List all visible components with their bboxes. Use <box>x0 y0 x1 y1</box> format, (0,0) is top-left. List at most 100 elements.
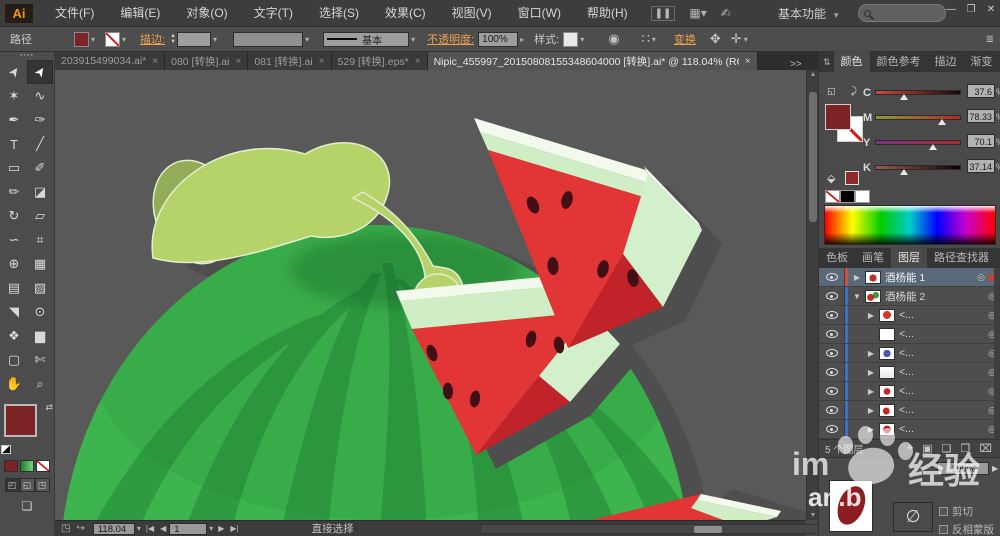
hscroll-thumb[interactable] <box>694 526 722 533</box>
layer-thumbnail[interactable] <box>865 289 881 303</box>
arrange-documents-icon[interactable]: ▦▾ <box>689 6 706 20</box>
style-swatch[interactable] <box>563 31 579 47</box>
make-clip-mask-icon[interactable]: ▣ <box>922 442 932 455</box>
artboard-canvas[interactable] <box>55 70 806 520</box>
fill-proxy[interactable] <box>4 404 37 437</box>
draw-inside-button[interactable]: ◳ <box>34 478 50 492</box>
free-transform-icon[interactable]: ✥ <box>710 31 721 47</box>
slider-value-C[interactable]: 37.6 <box>967 84 995 98</box>
slider-value-M[interactable]: 78.33 <box>967 109 995 123</box>
document-tab-4[interactable]: Nipic_455997_20150808155348604000 [转换].a… <box>427 52 758 70</box>
tab-swatches[interactable]: 色板 <box>819 246 855 268</box>
pen-variant-tool[interactable]: ✑ <box>27 108 53 132</box>
stroke-weight-label[interactable]: 描边: <box>140 31 165 47</box>
menu-item-2[interactable]: 对象(O) <box>173 0 240 27</box>
paintbrush-tool[interactable]: ✐ <box>27 156 53 180</box>
swap-colors-icon[interactable]: ⤸ <box>851 86 857 97</box>
layer-row-2[interactable]: ▶ <... ◎ <box>819 306 1000 325</box>
symbol-sprayer-tool[interactable]: ❖ <box>1 324 27 348</box>
chevron-down-icon[interactable]: ▾ <box>213 35 217 44</box>
layer-name[interactable]: <... <box>899 385 984 397</box>
chevron-down-icon[interactable]: ▾ <box>91 35 95 44</box>
disclosure-triangle-icon[interactable]: ▶ <box>865 387 877 396</box>
selection-tool[interactable]: ➤ <box>1 60 27 84</box>
perspective-grid-tool[interactable]: ▦ <box>27 252 53 276</box>
draw-behind-button[interactable]: ◱ <box>19 478 35 492</box>
visibility-toggle[interactable] <box>819 268 845 286</box>
close-icon[interactable]: × <box>319 56 325 67</box>
close-icon[interactable]: × <box>235 56 241 67</box>
chevron-down-icon[interactable]: ▾ <box>137 524 141 533</box>
panel-menu-icon[interactable]: ≣ <box>986 34 994 45</box>
zoom-tool[interactable]: ⌕ <box>27 372 53 396</box>
document-tab-3[interactable]: 529 [转换].eps* × <box>331 52 428 70</box>
invert-mask-checkbox[interactable]: 反相蒙版 <box>939 522 994 536</box>
layer-thumbnail[interactable] <box>879 365 895 379</box>
fill-color-swatch[interactable] <box>74 31 89 47</box>
search-input[interactable] <box>875 7 937 19</box>
locate-object-icon[interactable]: ⌖ <box>907 442 913 455</box>
swap-fill-stroke-icon[interactable]: ⇄ <box>45 402 53 413</box>
width-tool[interactable]: ∽ <box>1 228 27 252</box>
slider-track-K[interactable] <box>875 165 961 175</box>
disclosure-triangle-icon[interactable]: ▶ <box>865 349 877 358</box>
layer-thumbnail[interactable] <box>865 270 881 284</box>
panel-scrollbar[interactable] <box>994 344 1000 362</box>
stroke-stepper[interactable]: ▲ ▼ <box>170 33 176 45</box>
status-icon-2[interactable]: ↪ <box>76 523 84 534</box>
blend-tool[interactable]: ⊙ <box>27 300 53 324</box>
cs-live-icon[interactable]: ✍ <box>721 6 731 20</box>
chevron-right-icon[interactable]: ▶ <box>992 464 998 473</box>
opacity-label[interactable]: 不透明度: <box>427 31 474 47</box>
default-colors-icon[interactable]: ◱ <box>827 86 836 97</box>
slider-thumb-Y[interactable] <box>929 144 938 150</box>
disclosure-triangle-icon[interactable]: ▶ <box>865 406 877 415</box>
direct-selection-tool[interactable]: ➤ <box>27 60 53 84</box>
layer-name[interactable]: <... <box>899 328 984 340</box>
prev-artboard-button[interactable]: ◀ <box>160 524 166 533</box>
workspace-switcher[interactable]: 基本功能 ▾ <box>778 5 839 22</box>
width-profile-dropdown[interactable] <box>233 31 304 47</box>
search-box[interactable] <box>858 4 946 22</box>
layer-thumbnail[interactable] <box>879 422 895 436</box>
slider-thumb-C[interactable] <box>899 94 908 100</box>
tab-overflow-button[interactable]: >> <box>790 54 802 72</box>
layer-thumbnail[interactable] <box>879 308 895 322</box>
slider-value-Y[interactable]: 70.1 <box>967 134 995 148</box>
menu-item-4[interactable]: 选择(S) <box>306 0 372 27</box>
panel-scrollbar[interactable] <box>994 268 1000 286</box>
tab-color-guide[interactable]: 颜色参考 <box>870 50 928 72</box>
restore-button[interactable]: ❐ <box>964 3 978 17</box>
chevron-down-icon[interactable]: ▾ <box>652 35 656 44</box>
layer-name[interactable]: <... <box>899 366 984 378</box>
visibility-toggle[interactable] <box>819 420 845 438</box>
layer-name[interactable]: 酒杨能 1 <box>885 270 973 285</box>
slider-track-Y[interactable] <box>875 140 961 150</box>
panel-scrollbar[interactable] <box>994 306 1000 324</box>
panel-scrollbar[interactable] <box>994 363 1000 381</box>
visibility-toggle[interactable] <box>819 363 845 381</box>
close-icon[interactable]: × <box>745 56 751 67</box>
panel-scrollbar[interactable] <box>994 401 1000 419</box>
chevron-down-icon[interactable]: ▾ <box>122 35 126 44</box>
screen-mode-button[interactable]: ❏ <box>17 499 37 513</box>
layer-name[interactable]: <... <box>899 347 984 359</box>
transform-link[interactable]: 变换 <box>674 31 696 47</box>
draw-normal-button[interactable]: ◰ <box>4 478 20 492</box>
chevron-down-icon[interactable]: ▾ <box>580 35 584 44</box>
hand-tool[interactable]: ✋ <box>1 372 27 396</box>
layer-thumbnail[interactable] <box>879 327 895 341</box>
menu-item-8[interactable]: 帮助(H) <box>574 0 641 27</box>
slider-track-C[interactable] <box>875 90 961 100</box>
menu-item-6[interactable]: 视图(V) <box>439 0 505 27</box>
visibility-toggle[interactable] <box>819 344 845 362</box>
minimize-button[interactable]: — <box>944 3 958 17</box>
white-swatch[interactable] <box>855 190 870 203</box>
pencil-tool[interactable]: ✏ <box>1 180 27 204</box>
layer-thumbnail[interactable] <box>879 346 895 360</box>
new-layer-icon[interactable]: ❐ <box>960 442 970 455</box>
mask-link-icon[interactable]: ∅ <box>893 502 933 532</box>
tab-brushes[interactable]: 画笔 <box>855 246 891 268</box>
menu-item-3[interactable]: 文字(T) <box>241 0 306 27</box>
default-fill-stroke-icon[interactable] <box>1 445 11 454</box>
